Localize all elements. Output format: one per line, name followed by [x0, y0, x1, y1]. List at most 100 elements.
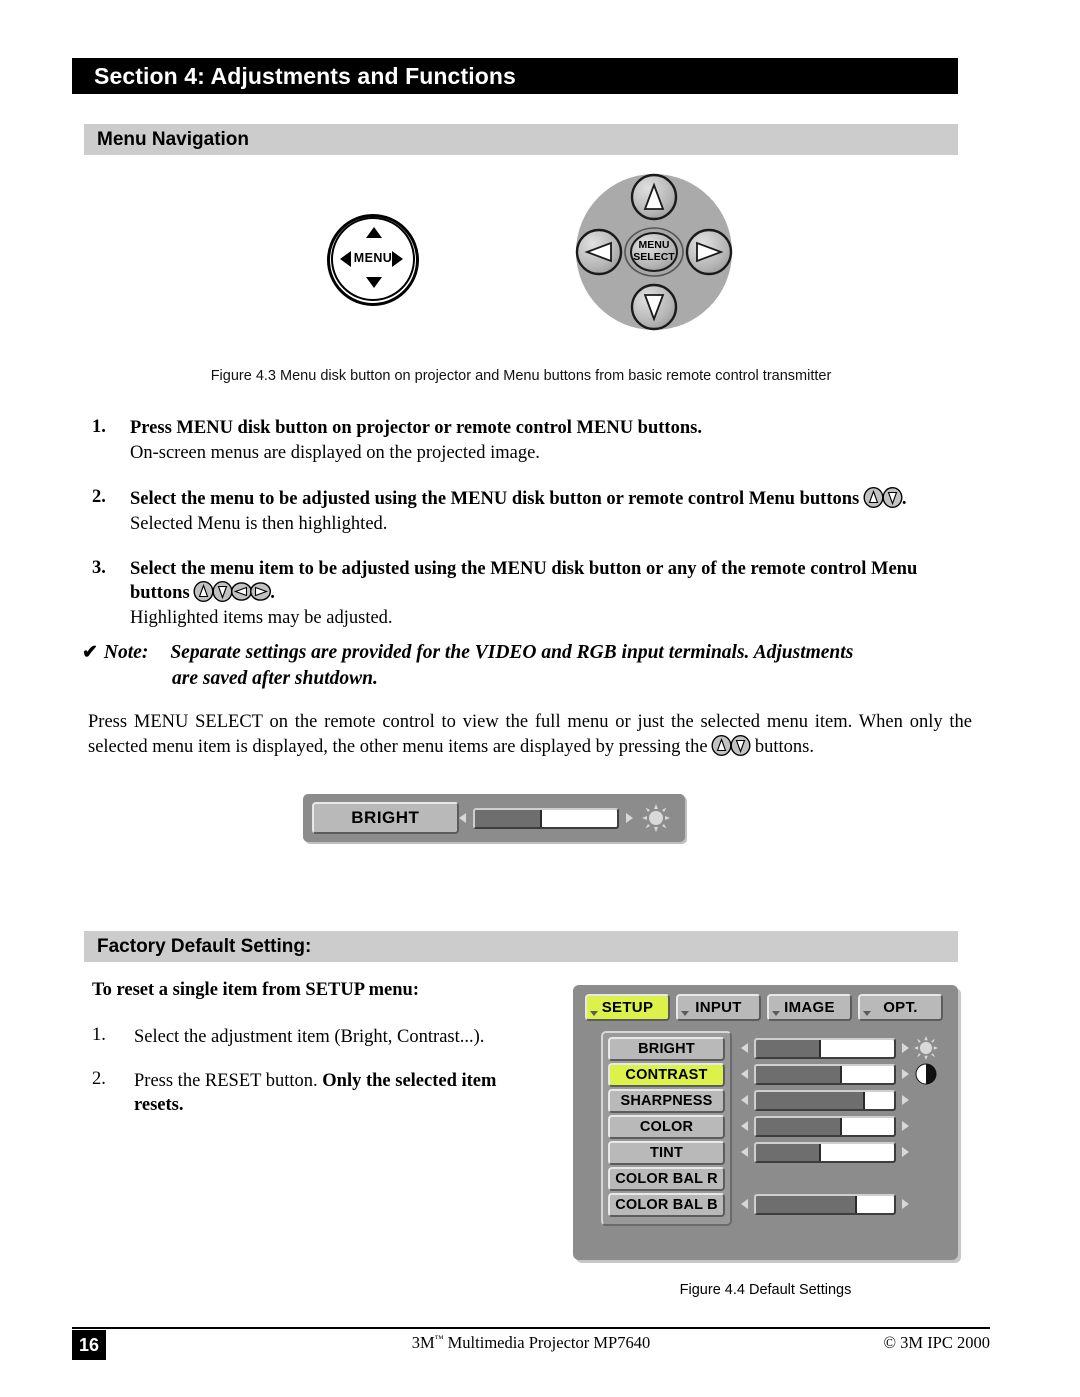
step-heading-suffix: .: [270, 582, 275, 603]
step-item-2: 2. Select the menu to be adjusted using …: [92, 486, 972, 536]
step-text-normal: Press the RESET button.: [134, 1071, 323, 1092]
osd-icon-placeholder: [911, 1113, 941, 1139]
navigation-steps-list: 1. Press MENU disk button on projector o…: [92, 417, 972, 645]
osd-item-color-bal-r[interactable]: COLOR BAL R: [608, 1167, 725, 1191]
osd-tab-opt[interactable]: OPT.: [858, 994, 943, 1021]
arrow-left-icon[interactable]: [741, 1147, 748, 1157]
osd-tab-image[interactable]: IMAGE: [767, 994, 852, 1021]
arrow-right-icon[interactable]: [902, 1147, 910, 1157]
osd-slider-fill: [756, 1117, 842, 1135]
osd-item-color-bal-b[interactable]: COLOR BAL B: [608, 1193, 725, 1217]
arrow-right-icon[interactable]: [626, 813, 634, 823]
osd-tab-setup[interactable]: SETUP: [585, 994, 670, 1021]
step-number: 2.: [92, 486, 106, 507]
osd-icon-placeholder: [911, 1191, 941, 1217]
osd-item-label: SHARPNESS: [620, 1093, 713, 1109]
arrow-right-icon[interactable]: [902, 1121, 910, 1131]
up-button-icon: [711, 734, 732, 756]
osd-item-sharpness[interactable]: SHARPNESS: [608, 1089, 725, 1113]
arrow-right-icon[interactable]: [902, 1095, 910, 1105]
caret-down-icon: [863, 1011, 871, 1016]
factory-default-steps-list: 1. Select the adjustment item (Bright, C…: [92, 1025, 542, 1137]
note-line-1: Separate settings are provided for the V…: [170, 642, 854, 663]
factory-step-item-1: 1. Select the adjustment item (Bright, C…: [92, 1025, 542, 1049]
osd-slider[interactable]: [754, 1089, 897, 1111]
down-button-icon: [730, 734, 751, 756]
bright-osd-label: BRIGHT: [312, 802, 459, 834]
section-title: Section 4: Adjustments and Functions: [94, 62, 516, 89]
footer-product-name: 3M™ Multimedia Projector MP7640: [72, 1333, 990, 1353]
osd-slider-row-sharpness: [741, 1087, 941, 1113]
checkmark-icon: ✔: [82, 642, 98, 663]
osd-slider-fill: [756, 1065, 842, 1083]
step-heading: Select the menu item to be adjusted usin…: [130, 558, 972, 605]
remote-menu-select-button: [630, 232, 678, 272]
osd-menu-slider-column: [741, 1035, 941, 1217]
osd-slider-row-color: [741, 1113, 941, 1139]
osd-slider-fill: [756, 1039, 821, 1057]
osd-slider-fill: [756, 1143, 821, 1161]
up-button-icon: [193, 580, 214, 602]
footer-model: Multimedia Projector MP7640: [443, 1333, 651, 1352]
osd-tab-input[interactable]: INPUT: [676, 994, 761, 1021]
triangle-up-icon: [366, 227, 382, 238]
footer-copyright: © 3M IPC 2000: [883, 1333, 990, 1352]
factory-step-item-2: 2. Press the RESET button. Only the sele…: [92, 1069, 542, 1117]
osd-slider[interactable]: [754, 1193, 897, 1215]
arrow-left-icon[interactable]: [741, 1121, 748, 1131]
osd-slider-fill: [756, 1195, 857, 1213]
arrow-right-icon[interactable]: [902, 1199, 910, 1209]
projector-menu-disk-button: MENU: [327, 214, 423, 310]
brightness-sun-icon: [911, 1035, 941, 1061]
subsection-title-menu-navigation: Menu Navigation: [97, 128, 250, 150]
disk-menu-label: MENU: [353, 251, 393, 265]
osd-slider[interactable]: [754, 1037, 897, 1059]
arrow-left-icon[interactable]: [741, 1095, 748, 1105]
figure-4-3-illustration: MENU MENU SELECT: [84, 168, 958, 356]
osd-item-contrast[interactable]: CONTRAST: [608, 1063, 725, 1087]
triangle-down-icon: [366, 277, 382, 288]
step-item-3: 3. Select the menu item to be adjusted u…: [92, 558, 972, 630]
figure-4-3-caption: Figure 4.3 Menu disk button on projector…: [210, 368, 832, 384]
step-subtext: Selected Menu is then highlighted.: [130, 513, 388, 534]
osd-slider-row-tint: [741, 1139, 941, 1165]
step-heading: Press MENU disk button on projector or r…: [130, 418, 702, 438]
osd-slider[interactable]: [754, 1141, 897, 1163]
osd-slider[interactable]: [754, 1063, 897, 1085]
arrow-left-icon[interactable]: [741, 1199, 748, 1209]
arrow-left-icon[interactable]: [741, 1043, 748, 1053]
osd-item-bright[interactable]: BRIGHT: [608, 1037, 725, 1061]
osd-tab-label: SETUP: [601, 999, 654, 1016]
arrow-left-icon[interactable]: [458, 813, 466, 823]
arrow-left-icon[interactable]: [741, 1069, 748, 1079]
osd-item-label: TINT: [649, 1145, 683, 1161]
osd-icon-placeholder: [911, 1139, 941, 1165]
step-subtext: Highlighted items may be adjusted.: [130, 607, 393, 628]
caret-down-icon: [772, 1011, 780, 1016]
subsection-header-factory-default: Factory Default Setting:: [84, 931, 958, 962]
section-header-bar: Section 4: Adjustments and Functions: [72, 58, 958, 94]
arrow-right-icon[interactable]: [902, 1043, 910, 1053]
remote-control-menu-buttons: MENU SELECT: [574, 172, 734, 332]
down-button-icon: [212, 580, 233, 602]
subsection-title-factory-default: Factory Default Setting:: [97, 935, 312, 957]
step-heading: Select the menu to be adjusted using the…: [130, 486, 972, 511]
osd-slider[interactable]: [754, 1115, 897, 1137]
step-number: 2.: [92, 1069, 106, 1090]
step-item-1: 1. Press MENU disk button on projector o…: [92, 417, 972, 465]
contrast-half-circle-icon: [911, 1061, 941, 1087]
arrow-right-icon[interactable]: [902, 1069, 910, 1079]
figure-4-4-caption: Figure 4.4 Default Settings: [679, 1282, 852, 1298]
step-text: Select the adjustment item (Bright, Cont…: [134, 1027, 485, 1047]
osd-item-label: COLOR: [639, 1119, 694, 1135]
osd-slider-row-contrast: [741, 1061, 941, 1087]
osd-slider-row-color-bal-r: [741, 1165, 941, 1191]
osd-slider-row-color-bal-b: [741, 1191, 941, 1217]
osd-tab-label: OPT.: [883, 999, 918, 1016]
osd-item-tint[interactable]: TINT: [608, 1141, 725, 1165]
osd-item-color[interactable]: COLOR: [608, 1115, 725, 1139]
caret-down-icon: [590, 1011, 598, 1016]
osd-setup-menu-panel: SETUP INPUT IMAGE OPT. BRIGHT CONTRAST SHARPN…: [573, 985, 958, 1260]
osd-item-label: COLOR BAL B: [615, 1197, 718, 1213]
bright-osd-slider[interactable]: [472, 807, 620, 829]
